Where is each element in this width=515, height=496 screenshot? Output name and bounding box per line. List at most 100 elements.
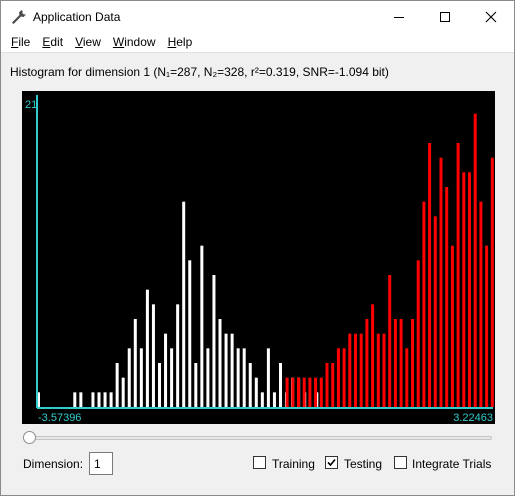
title-bar: Application Data (1, 1, 514, 32)
bar-class1-6 (73, 392, 77, 407)
maximize-icon (440, 11, 450, 22)
bar-class2-52 (479, 201, 483, 407)
bar-class2-50 (468, 172, 471, 407)
bar-class1-40 (279, 363, 282, 407)
testing-checkbox[interactable] (325, 456, 338, 469)
bar-class1-14 (121, 377, 125, 407)
bar-class1-33 (236, 348, 240, 407)
bar-class1-11 (103, 392, 107, 407)
bar-class1-18 (145, 289, 149, 407)
bar-class2-28 (342, 348, 346, 407)
maximize-button[interactable] (422, 1, 468, 32)
bar-class2-21 (302, 377, 306, 407)
testing-label: Testing (344, 457, 383, 471)
bar-class1-25 (188, 260, 192, 407)
bar-class1-23 (176, 304, 180, 407)
menu-file[interactable]: File (5, 35, 36, 49)
bar-class1-13 (115, 363, 119, 407)
bar-class2-26 (331, 363, 335, 407)
bar-class2-47 (450, 245, 454, 407)
bar-class1-22 (170, 348, 174, 407)
bar-class1-17 (139, 348, 143, 407)
bar-class1-24 (182, 201, 186, 407)
bar-class1-19 (151, 304, 155, 407)
dimension-slider-thumb[interactable] (23, 431, 36, 444)
bar-class2-45 (439, 157, 443, 407)
bar-class1-20 (158, 363, 161, 407)
menu-view[interactable]: View (69, 35, 107, 49)
menu-view-mnemonic: V (75, 35, 83, 49)
bar-class1-12 (109, 392, 113, 407)
window-controls (376, 1, 514, 32)
bar-class2-34 (376, 333, 380, 407)
bar-class2-32 (365, 319, 369, 407)
bar-class1-35 (248, 363, 252, 407)
dimension-input[interactable] (89, 452, 113, 475)
bar-class2-48 (456, 143, 460, 407)
bar-class2-46 (445, 187, 449, 407)
menu-view-rest: iew (82, 35, 101, 49)
menu-file-rest: ile (18, 35, 31, 49)
histogram-svg: 21 -3.57396 3.22463 (25, 95, 494, 424)
training-label: Training (272, 457, 315, 471)
bar-class2-35 (382, 333, 386, 407)
menu-window-mnemonic: W (112, 35, 125, 49)
bar-class2-20 (297, 377, 300, 407)
bar-class1-26 (194, 363, 198, 407)
dimension-slider-track[interactable] (29, 436, 492, 440)
bar-class1-16 (133, 319, 137, 407)
bar-class1-7 (79, 392, 83, 407)
bar-class1-36 (254, 377, 258, 407)
menu-edit-rest: dit (50, 35, 64, 49)
bar-class2-19 (291, 377, 295, 407)
bar-class1-37 (260, 392, 264, 407)
integrate-trials-label: Integrate Trials (412, 457, 492, 471)
integrate-trials-checkbox[interactable] (394, 456, 407, 469)
bar-class1-15 (127, 348, 131, 407)
bar-class1-21 (164, 333, 168, 407)
bar-class2-27 (336, 348, 340, 407)
window-title: Application Data (33, 9, 121, 24)
menu-window-rest: indow (124, 35, 156, 49)
bar-class1-32 (230, 333, 234, 407)
bar-class2-18 (285, 377, 289, 407)
bar-class1-39 (272, 392, 276, 407)
bar-class2-53 (485, 245, 489, 407)
bar-class2-41 (416, 260, 420, 407)
bar-class2-31 (359, 333, 363, 407)
bar-class2-42 (422, 201, 426, 407)
x-max-label: 3.22463 (453, 412, 493, 424)
bar-class2-22 (308, 377, 312, 407)
application-window: Application Data File Edit View Window H… (0, 0, 515, 496)
bar-class1-29 (212, 275, 216, 407)
bar-class1-31 (224, 333, 228, 407)
minimize-button[interactable] (376, 1, 422, 32)
bar-class2-37 (393, 319, 397, 407)
histogram-plot: 21 -3.57396 3.22463 (22, 91, 495, 424)
bar-class2-29 (348, 333, 352, 407)
bar-class2-39 (405, 348, 409, 407)
x-min-label: -3.57396 (38, 412, 81, 424)
bar-class1-34 (242, 348, 246, 407)
menu-help-mnemonic: H (167, 35, 177, 49)
wrench-icon (12, 9, 26, 24)
menu-help[interactable]: Help (162, 35, 199, 49)
bar-class2-49 (462, 172, 466, 407)
y-max-label: 21 (25, 99, 37, 111)
bar-class2-51 (473, 113, 477, 408)
bar-class1-27 (200, 245, 204, 407)
minimize-icon (394, 16, 404, 18)
bar-class1-38 (266, 348, 270, 407)
close-icon (485, 11, 497, 22)
bar-class2-43 (428, 143, 432, 407)
bar-class2-25 (325, 363, 329, 407)
dimension-label: Dimension: (23, 457, 84, 471)
menu-edit[interactable]: Edit (36, 35, 69, 49)
bar-class2-44 (433, 216, 437, 407)
training-checkbox[interactable] (253, 456, 266, 469)
close-button[interactable] (468, 1, 514, 32)
menu-bar: File Edit View Window Help (1, 32, 514, 52)
menu-window[interactable]: Window (107, 35, 162, 49)
bar-class2-30 (354, 333, 357, 407)
bar-class1-30 (218, 319, 222, 407)
